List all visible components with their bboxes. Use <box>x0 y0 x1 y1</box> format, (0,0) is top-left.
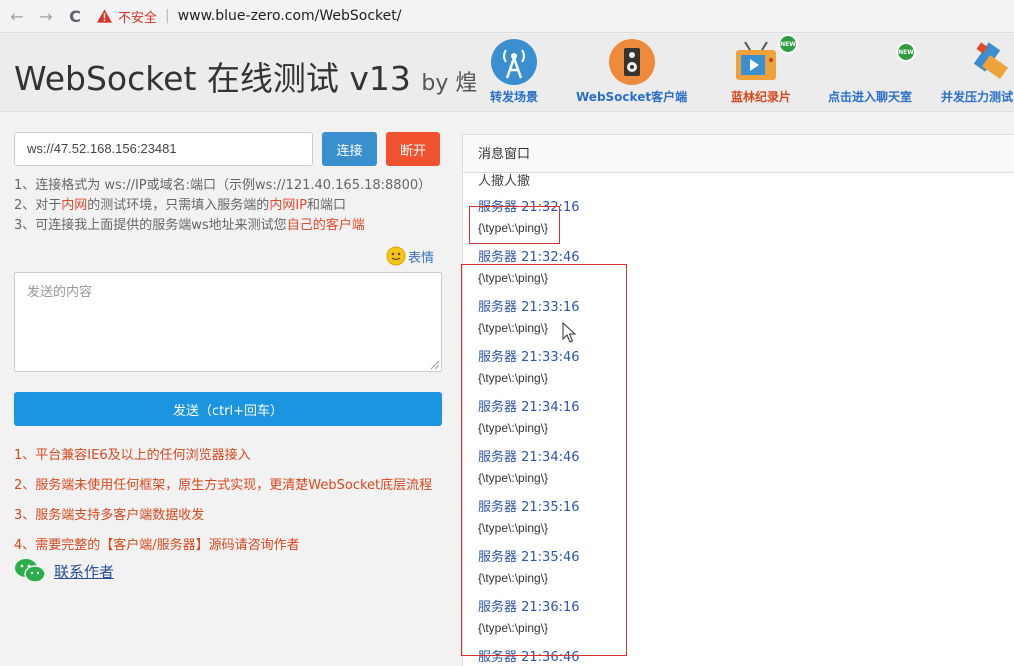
new-badge: NEW <box>778 34 798 54</box>
emoji-button[interactable]: 表情 <box>386 246 434 266</box>
browser-toolbar: ← → C 不安全 | www.blue-zero.com/WebSocket/ <box>0 0 1014 33</box>
ws-url-input[interactable]: ws://47.52.168.156:23481 <box>14 132 313 166</box>
highlight-box <box>469 206 560 244</box>
site-title: WebSocket 在线测试 v13 by 煌 <box>14 59 478 98</box>
resize-grip-icon[interactable] <box>431 361 439 369</box>
nav-chat-room[interactable]: NEW 点击进入聊天室 <box>820 38 920 105</box>
feature-item: 2、服务端未使用任何框架，原生方式实现，更清楚WebSocket底层流程 <box>14 478 433 493</box>
back-icon[interactable]: ← <box>5 4 29 28</box>
new-badge: NEW <box>896 42 916 62</box>
highlight-box <box>461 264 627 656</box>
wechat-icon <box>15 559 46 583</box>
url-text[interactable]: www.blue-zero.com/WebSocket/ <box>178 8 402 24</box>
reload-icon[interactable]: C <box>63 4 87 28</box>
smiley-icon <box>386 246 406 266</box>
insecure-label: 不安全 <box>118 10 158 26</box>
nav-websocket-client[interactable]: WebSocket客户端 <box>576 38 687 105</box>
mouse-cursor-icon <box>562 322 577 343</box>
emoji-label: 表情 <box>408 250 435 266</box>
hint-line-1: 1、连接格式为 ws://IP或域名:端口（示例ws://121.40.165.… <box>14 178 432 193</box>
hint-line-3: 3、可连接我上面提供的服务端ws地址来测试您自己的客户端 <box>14 218 365 233</box>
warning-icon <box>97 9 112 23</box>
partial-message: 人撤人撤 <box>478 174 531 189</box>
url-separator: | <box>165 8 170 24</box>
nav-forwarding-scenario[interactable]: 转发场景 <box>490 38 538 105</box>
feature-item: 1、平台兼容IE6及以上的任何浏览器接入 <box>14 448 251 463</box>
textarea-placeholder: 发送的内容 <box>27 285 93 300</box>
forward-icon[interactable]: → <box>34 4 58 28</box>
disconnect-button[interactable]: 断开 <box>386 132 440 166</box>
address-bar[interactable]: 不安全 | www.blue-zero.com/WebSocket/ <box>97 7 401 26</box>
tv-icon <box>736 41 776 80</box>
satellite-icon <box>973 42 1009 80</box>
speaker-icon <box>608 39 655 85</box>
connect-button[interactable]: 连接 <box>322 132 377 166</box>
antenna-icon <box>491 39 537 85</box>
send-button[interactable]: 发送（ctrl+回车） <box>14 392 442 426</box>
contact-row: 联系作者 <box>14 558 114 584</box>
message-textarea[interactable]: 发送的内容 <box>14 272 442 372</box>
site-header: WebSocket 在线测试 v13 by 煌 转发场景 WebSocket客户… <box>0 34 1014 112</box>
contact-author-link[interactable]: 联系作者 <box>54 561 114 582</box>
nav-stress-test[interactable]: 并发压力测试 <box>940 38 1014 105</box>
message-window-title: 消息窗口 <box>463 135 1014 173</box>
hint-line-2: 2、对于内网的测试环境，只需填入服务端的内网IP和端口 <box>14 198 347 213</box>
feature-item: 3、服务端支持多客户端数据收发 <box>14 508 205 523</box>
nav-documentary[interactable]: NEW 蓝林纪录片 <box>726 34 798 105</box>
feature-item: 4、需要完整的【客户端/服务器】源码请咨询作者 <box>14 538 300 553</box>
